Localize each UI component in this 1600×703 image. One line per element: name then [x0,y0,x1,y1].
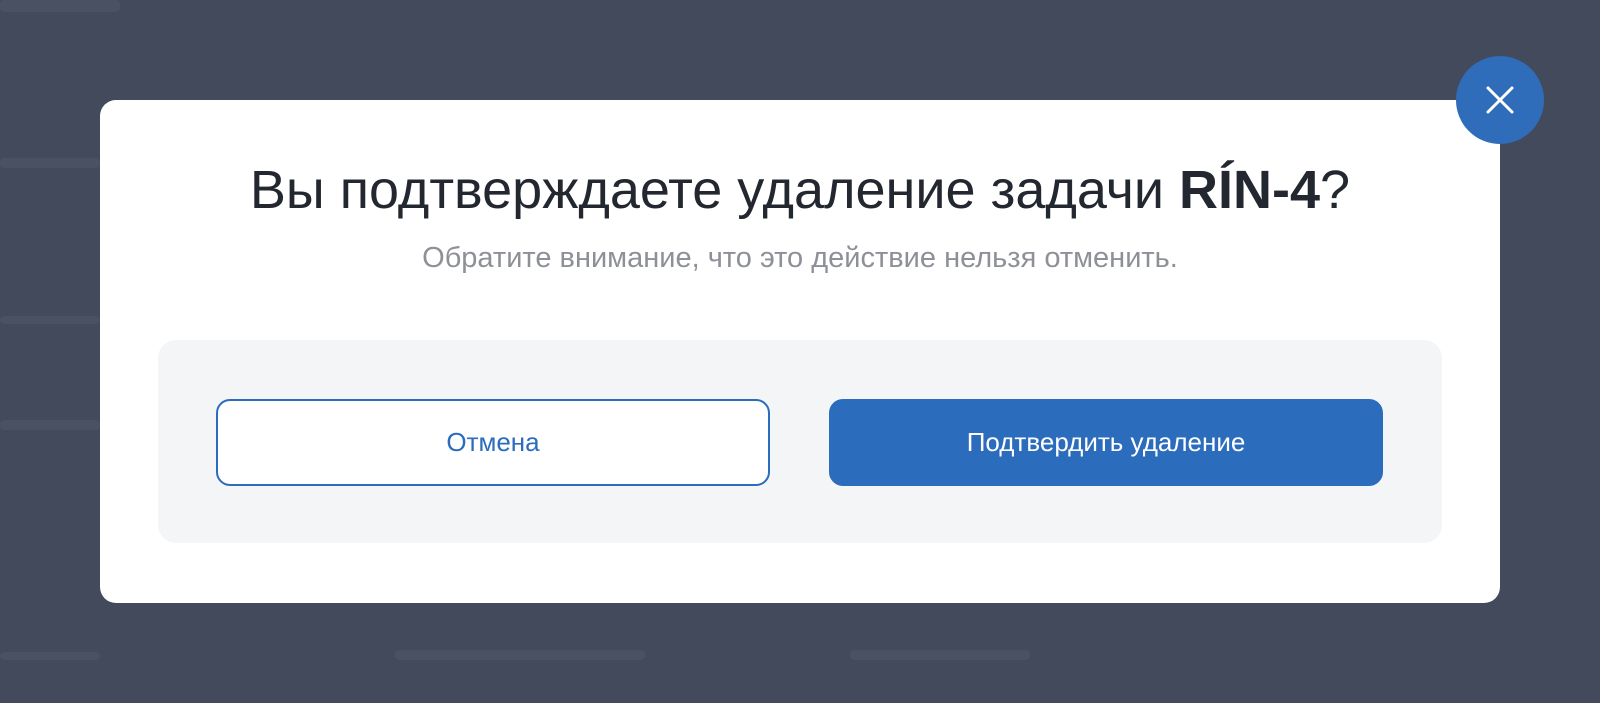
dialog-actions: Отмена Подтвердить удаление [158,340,1442,543]
background-content [0,158,100,168]
background-content [0,316,100,324]
background-content [395,650,645,660]
task-key: RÍN-4 [1179,160,1321,220]
background-content [0,0,120,12]
close-icon [1486,86,1514,114]
background-content [850,650,1030,660]
background-content [0,420,100,430]
close-dialog-button[interactable] [1456,56,1544,144]
confirm-delete-button[interactable]: Подтвердить удаление [829,399,1383,486]
dialog-subtitle: Обратите внимание, что это действие нель… [422,242,1178,274]
delete-confirmation-dialog: Вы подтверждаете удаление задачи RÍN-4? … [100,100,1500,603]
dialog-title-text: Вы подтверждаете удаление задачи [249,160,1180,220]
dialog-title: Вы подтверждаете удаление задачи RÍN-4? [100,158,1500,222]
cancel-button[interactable]: Отмена [216,399,770,486]
background-content [0,652,100,660]
dialog-title-question-mark: ? [1320,160,1351,220]
